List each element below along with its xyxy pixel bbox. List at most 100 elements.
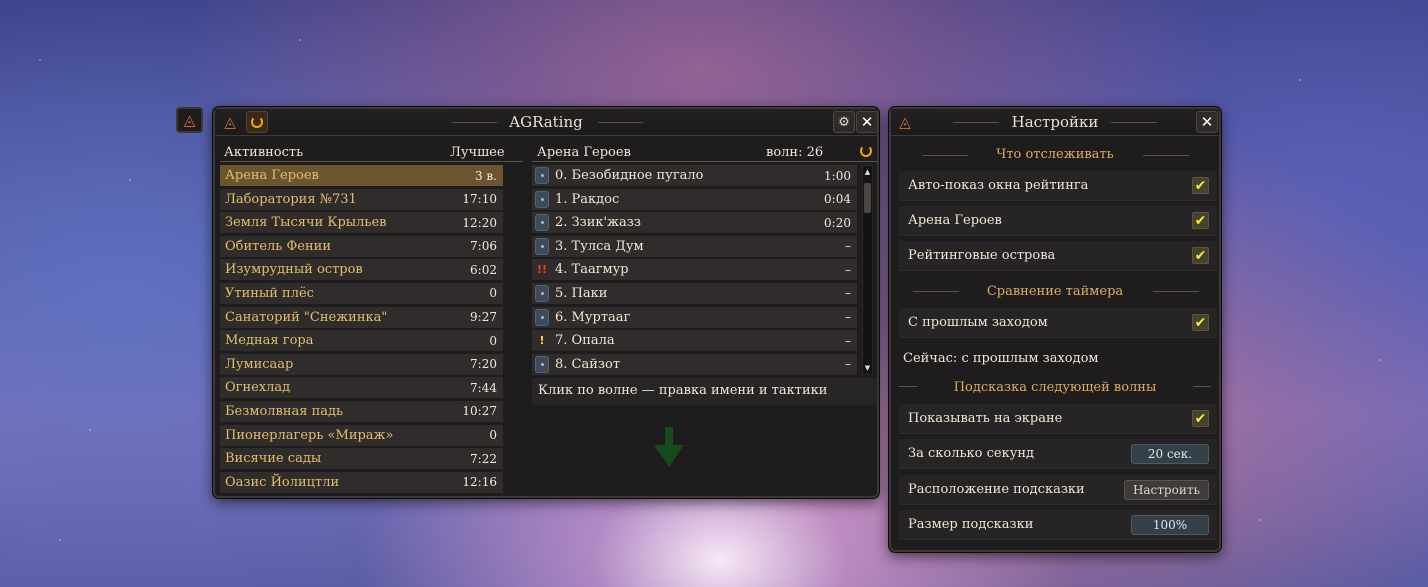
show-on-screen-row[interactable]: Показывать на экране ✔	[899, 404, 1217, 434]
scroll-down-icon[interactable]: ▼	[863, 362, 872, 374]
wave-row[interactable]: 2. Ззик'жазз 0:20	[532, 212, 857, 234]
warning-icon[interactable]: !	[535, 332, 549, 349]
waves-refresh-button[interactable]	[857, 142, 875, 160]
agrating-titlebar[interactable]: ◬ AGRating ⚙ ✕	[215, 109, 878, 136]
show-on-screen-checkbox[interactable]: ✔	[1192, 410, 1209, 427]
hint-size-field[interactable]: 100%	[1131, 514, 1209, 535]
wave-note-icon[interactable]	[535, 308, 549, 326]
arena-row[interactable]: Арена Героев ✔	[899, 206, 1217, 236]
settings-titlebar[interactable]: ◬ Настройки ✕	[891, 109, 1219, 136]
scrollbar-thumb[interactable]	[864, 183, 871, 213]
wave-row[interactable]: 3. Тулса Дум –	[532, 235, 857, 257]
rating-islands-checkbox[interactable]: ✔	[1192, 247, 1209, 264]
activity-best: 7:44	[470, 380, 497, 395]
wave-row[interactable]: 5. Паки –	[532, 282, 857, 304]
settings-button[interactable]: ⚙	[833, 111, 855, 133]
wave-note-icon[interactable]	[535, 214, 549, 232]
wave-note-icon[interactable]	[535, 284, 549, 302]
show-on-screen-label: Показывать на экране	[908, 411, 1063, 426]
activity-row[interactable]: Изумрудный остров 6:02	[220, 259, 503, 281]
auto-show-row[interactable]: Авто-показ окна рейтинга ✔	[899, 171, 1217, 201]
activity-name: Арена Героев	[225, 168, 319, 183]
wave-note-icon[interactable]	[535, 190, 549, 208]
activity-best: 12:20	[462, 215, 497, 230]
scroll-up-icon[interactable]: ▲	[863, 166, 872, 178]
arena-checkbox[interactable]: ✔	[1192, 212, 1209, 229]
activity-best: 7:20	[470, 357, 497, 372]
best-header: Лучшее	[450, 145, 505, 160]
wave-name: 5. Паки	[555, 285, 608, 301]
wave-note-icon[interactable]	[535, 167, 549, 184]
activity-row[interactable]: Лаборатория №731 17:10	[220, 188, 503, 210]
activity-row[interactable]: Обитель Фении 7:06	[220, 235, 503, 257]
hint-size-row: Размер подсказки 100%	[899, 510, 1217, 540]
activity-name: Висячие сады	[225, 451, 322, 467]
activity-row[interactable]: Арена Героев 3 в.	[220, 165, 503, 186]
close-button[interactable]: ✕	[1196, 111, 1218, 133]
activity-best: 12:16	[462, 475, 497, 490]
seconds-before-field[interactable]: 20 сек.	[1131, 443, 1209, 464]
wave-time: –	[845, 262, 851, 277]
timer-status-label: Сейчас: с прошлым заходом	[903, 350, 1099, 366]
activity-row[interactable]: Санаторий "Снежинка" 9:27	[220, 306, 503, 328]
wave-row[interactable]: 1. Ракдос 0:04	[532, 188, 857, 210]
activity-row[interactable]: Пионерлагерь «Мираж» 0	[220, 424, 503, 446]
agrating-window: ◬ AGRating ⚙ ✕ Активность Лучшее Арена Г…	[213, 107, 879, 498]
wave-time: –	[845, 286, 851, 301]
activity-row[interactable]: Земля Тысячи Крыльев 12:20	[220, 212, 503, 234]
wave-name: 4. Таагмур	[555, 262, 629, 278]
activity-best: 0	[489, 286, 497, 301]
activity-row[interactable]: Оазис Йолицтли 12:16	[220, 471, 503, 493]
wave-time: –	[845, 357, 851, 372]
wave-name: 2. Ззик'жазз	[555, 215, 641, 231]
wave-name: 6. Муртааг	[555, 309, 631, 325]
wave-row[interactable]: 6. Муртааг –	[532, 306, 857, 328]
prev-run-checkbox[interactable]: ✔	[1192, 314, 1209, 331]
activity-best: 7:06	[470, 239, 497, 254]
danger-icon[interactable]: !!	[535, 261, 549, 278]
activity-name: Изумрудный остров	[225, 262, 363, 278]
activity-row[interactable]: Безмолвная падь 10:27	[220, 400, 503, 422]
arrow-label: 1m	[660, 415, 678, 426]
waves-scrollbar[interactable]: ▲ ▼	[862, 165, 873, 375]
waves-hint: Клик по волне — правка имени и тактики	[532, 378, 877, 405]
waves-header-divider	[532, 161, 877, 162]
wave-row[interactable]: 0. Безобидное пугало 1:00	[532, 165, 857, 186]
wave-name: 1. Ракдос	[555, 191, 620, 207]
wave-note-icon[interactable]	[535, 237, 549, 255]
close-button[interactable]: ✕	[856, 111, 878, 133]
prev-run-row[interactable]: С прошлым заходом ✔	[899, 308, 1217, 338]
activity-row[interactable]: Лумисаар 7:20	[220, 353, 503, 375]
activity-name: Утиный плёс	[225, 285, 314, 301]
auto-show-checkbox[interactable]: ✔	[1192, 177, 1209, 194]
settings-title: Настройки	[1011, 113, 1099, 131]
activity-name: Пионерлагерь «Мираж»	[225, 427, 394, 443]
wave-row[interactable]: !! 4. Таагмур –	[532, 259, 857, 281]
activities-header-divider	[220, 161, 523, 162]
wave-time: 0:20	[824, 215, 851, 230]
rating-islands-label: Рейтинговые острова	[908, 248, 1056, 263]
activities-header: Активность	[224, 145, 304, 160]
rating-islands-row[interactable]: Рейтинговые острова ✔	[899, 241, 1217, 271]
wave-row[interactable]: 8. Сайзот –	[532, 353, 857, 375]
arrow-stem	[665, 427, 673, 447]
activity-best: 9:27	[470, 310, 497, 325]
wave-row[interactable]: ! 7. Опала –	[532, 330, 857, 352]
activity-name: Лумисаар	[225, 356, 294, 372]
activity-best: 7:22	[470, 451, 497, 466]
configure-position-button[interactable]: Настроить	[1123, 479, 1209, 500]
refresh-icon	[860, 145, 872, 157]
activities-list: Арена Героев 3 в. Лаборатория №731 17:10 Зем…	[220, 165, 503, 495]
wave-note-icon[interactable]	[535, 355, 549, 373]
activity-row[interactable]: Утиный плёс 0	[220, 282, 503, 304]
activity-row[interactable]: Медная гора 0	[220, 330, 503, 352]
wave-time: –	[845, 333, 851, 348]
logo-icon: ◬	[183, 111, 196, 129]
window-title: AGRating	[509, 113, 583, 131]
activity-row[interactable]: Висячие сады 7:22	[220, 448, 503, 470]
activity-row[interactable]: Огнехлад 7:44	[220, 377, 503, 399]
title-divider-right	[598, 122, 643, 123]
activity-name: Обитель Фении	[225, 238, 331, 254]
addon-logo-button[interactable]: ◬	[176, 107, 203, 133]
close-icon: ✕	[860, 112, 874, 131]
